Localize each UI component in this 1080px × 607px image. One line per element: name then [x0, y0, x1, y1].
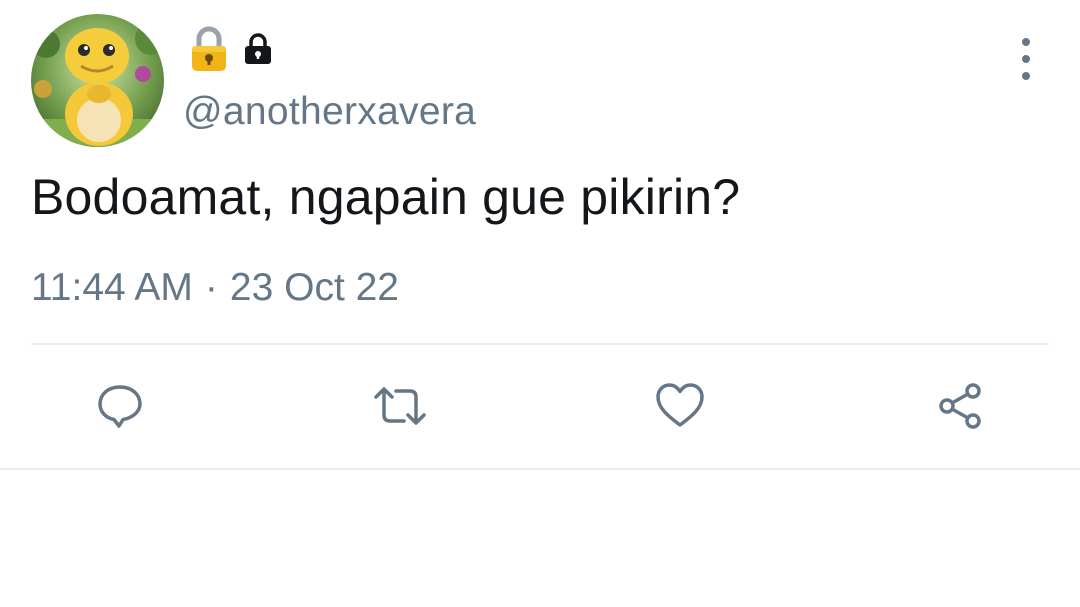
- divider: [31, 343, 1049, 345]
- reply-button[interactable]: [92, 378, 148, 434]
- share-icon: [939, 383, 981, 429]
- meta-separator: ·: [204, 266, 218, 309]
- lock-icon: [245, 33, 271, 64]
- tweet-date: 23 Oct 22: [229, 266, 399, 309]
- tweet-text: Bodoamat, ngapain gue pikirin?: [31, 169, 741, 225]
- retweet-button[interactable]: [372, 378, 428, 434]
- dot: [1022, 72, 1030, 80]
- like-icon: [656, 383, 704, 427]
- dot: [1022, 38, 1030, 46]
- dot: [1022, 55, 1030, 63]
- lock-emoji-icon: [192, 26, 226, 71]
- retweet-icon: [374, 387, 426, 425]
- avatar-image: [31, 14, 164, 147]
- display-name[interactable]: [189, 24, 275, 74]
- like-button[interactable]: [652, 378, 708, 434]
- share-button[interactable]: [932, 378, 988, 434]
- avatar[interactable]: [31, 14, 164, 147]
- reply-icon: [98, 385, 142, 428]
- tweet-time: 11:44 AM: [31, 266, 193, 309]
- tweet-timestamp[interactable]: 11:44 AM · 23 Oct 22: [31, 266, 399, 310]
- tweet-card[interactable]: @anotherxavera Bodoamat, ngapain gue pik…: [0, 0, 1080, 470]
- user-handle[interactable]: @anotherxavera: [183, 90, 476, 134]
- more-options-icon[interactable]: [1010, 38, 1042, 80]
